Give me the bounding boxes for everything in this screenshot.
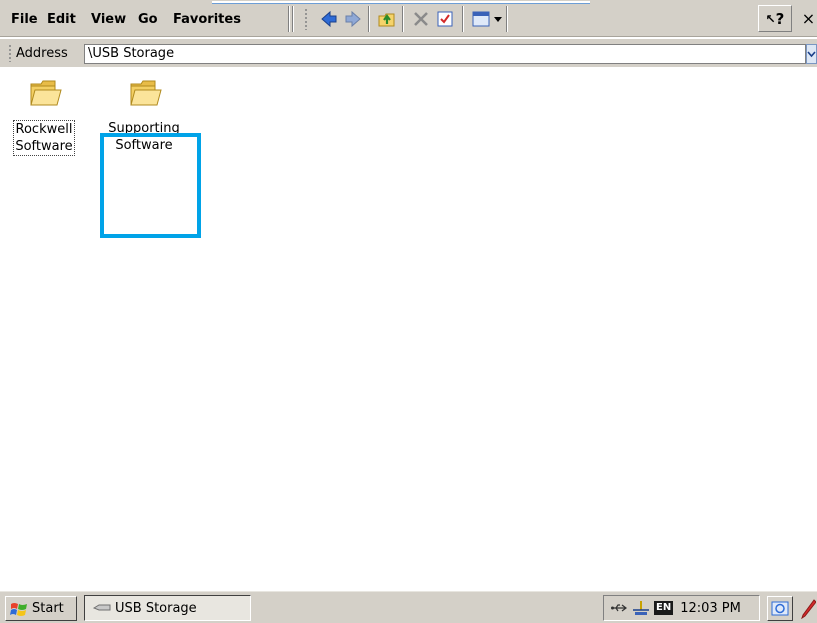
folder-label-line2: Software bbox=[115, 138, 173, 153]
help-label: ? bbox=[775, 9, 785, 28]
taskbar-item-usb-storage[interactable]: USB Storage bbox=[84, 595, 251, 621]
toolbar-accent-line bbox=[212, 1, 590, 4]
usb-connection-icon[interactable] bbox=[610, 602, 628, 614]
pointer-help-icon: ↖ bbox=[765, 11, 776, 26]
properties-button[interactable] bbox=[434, 8, 456, 30]
desktop-icon bbox=[771, 601, 789, 615]
address-dropdown-button[interactable] bbox=[806, 44, 817, 64]
file-list-view[interactable]: Rockwell Software Supporting Software bbox=[0, 68, 817, 590]
folder-label: Rockwell Software bbox=[4, 120, 84, 156]
start-label: Start bbox=[32, 601, 64, 616]
up-folder-icon bbox=[378, 13, 395, 27]
forward-button[interactable] bbox=[342, 8, 364, 30]
menu-edit[interactable]: Edit bbox=[44, 11, 79, 29]
toolbar-separator bbox=[288, 6, 290, 32]
toolbar-separator bbox=[292, 6, 294, 32]
folder-label-line2: Software bbox=[15, 139, 73, 154]
delete-icon bbox=[414, 12, 428, 26]
menu-file[interactable]: File bbox=[8, 11, 41, 29]
back-arrow-icon bbox=[321, 10, 337, 28]
chevron-down-icon bbox=[807, 51, 816, 58]
taskbar-item-label: USB Storage bbox=[115, 600, 197, 616]
input-panel-button[interactable] bbox=[798, 596, 817, 621]
taskbar: Start USB Storage EN 12:03 PM bbox=[0, 590, 817, 623]
pen-icon bbox=[800, 598, 816, 619]
start-button[interactable]: Start bbox=[5, 596, 77, 621]
address-bar: Address \USB Storage bbox=[0, 39, 817, 67]
toolbar-separator bbox=[506, 6, 508, 32]
network-icon[interactable] bbox=[632, 600, 650, 616]
address-input[interactable]: \USB Storage bbox=[84, 44, 806, 64]
toolbar-separator bbox=[402, 6, 404, 32]
folder-icon bbox=[30, 80, 62, 106]
usb-drive-icon bbox=[93, 604, 111, 611]
folder-label-line1: Rockwell bbox=[15, 122, 73, 137]
show-desktop-button[interactable] bbox=[767, 596, 793, 621]
up-button[interactable] bbox=[376, 8, 398, 30]
input-language-indicator[interactable]: EN bbox=[654, 601, 674, 615]
help-button[interactable]: ↖ ? bbox=[758, 5, 792, 32]
views-icon bbox=[472, 11, 502, 27]
command-bar: File Edit View Go Favorites ↖ ? × bbox=[0, 0, 817, 37]
forward-arrow-icon bbox=[345, 10, 361, 28]
folder-icon bbox=[130, 80, 162, 106]
views-button[interactable] bbox=[470, 8, 504, 30]
close-button[interactable]: × bbox=[800, 9, 817, 29]
back-button[interactable] bbox=[318, 8, 340, 30]
toolbar-grip[interactable] bbox=[304, 8, 308, 30]
windows-flag-icon bbox=[10, 602, 27, 616]
properties-icon bbox=[437, 11, 453, 27]
toolbar-separator bbox=[368, 6, 370, 32]
folder-item-supporting-software[interactable]: Supporting Software bbox=[104, 68, 184, 164]
menu-view[interactable]: View bbox=[88, 11, 129, 29]
system-tray: EN 12:03 PM bbox=[603, 595, 760, 621]
delete-button[interactable] bbox=[410, 8, 432, 30]
menu-go[interactable]: Go bbox=[135, 11, 161, 29]
folder-item-rockwell-software[interactable]: Rockwell Software bbox=[4, 68, 84, 164]
menu-favorites[interactable]: Favorites bbox=[170, 11, 244, 29]
folder-label-line1: Supporting bbox=[108, 121, 180, 136]
address-bar-grip[interactable] bbox=[8, 44, 12, 62]
folder-label: Supporting Software bbox=[104, 120, 184, 154]
toolbar-separator bbox=[462, 6, 464, 32]
clock[interactable]: 12:03 PM bbox=[680, 601, 741, 616]
address-label: Address bbox=[16, 46, 68, 61]
